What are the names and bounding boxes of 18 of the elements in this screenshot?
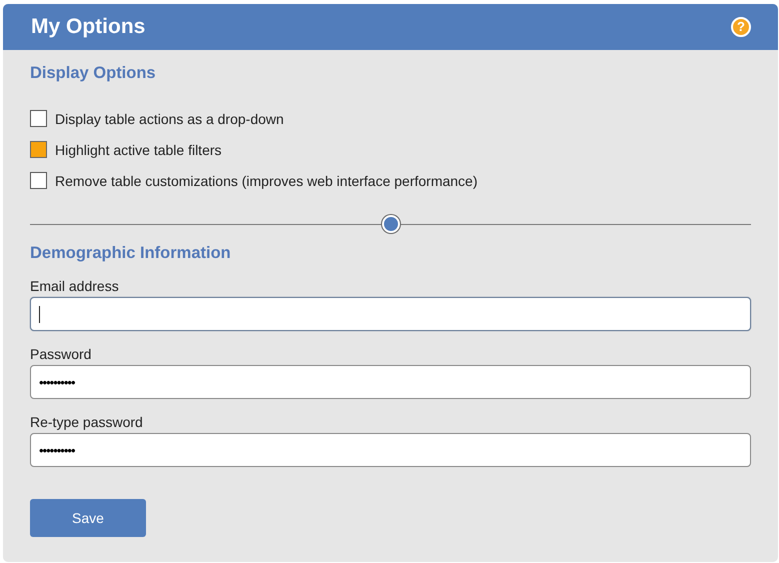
slider-thumb[interactable] [382,215,400,233]
window-title: My Options [31,15,146,39]
save-button[interactable]: Save [30,499,146,537]
field-label: Re-type password [30,414,144,430]
field-label: Email address [30,278,120,294]
input-field[interactable]: •••••••••• [30,365,751,399]
checkbox-label: Highlight active table filters [55,142,222,158]
text-cursor [39,306,40,322]
section-heading: Demographic Information [30,244,232,263]
checkbox[interactable] [30,172,47,189]
input-field[interactable]: •••••••••• [30,433,751,467]
checkbox[interactable] [30,141,47,158]
checkbox-label: Remove table customizations (improves web interface performance) [55,172,478,188]
checkbox[interactable] [30,110,47,127]
field-label: Password [30,346,92,362]
section-heading: Display Options [30,64,157,83]
input-field[interactable] [30,297,751,331]
checkbox-label: Display table actions as a drop-down [55,110,284,126]
